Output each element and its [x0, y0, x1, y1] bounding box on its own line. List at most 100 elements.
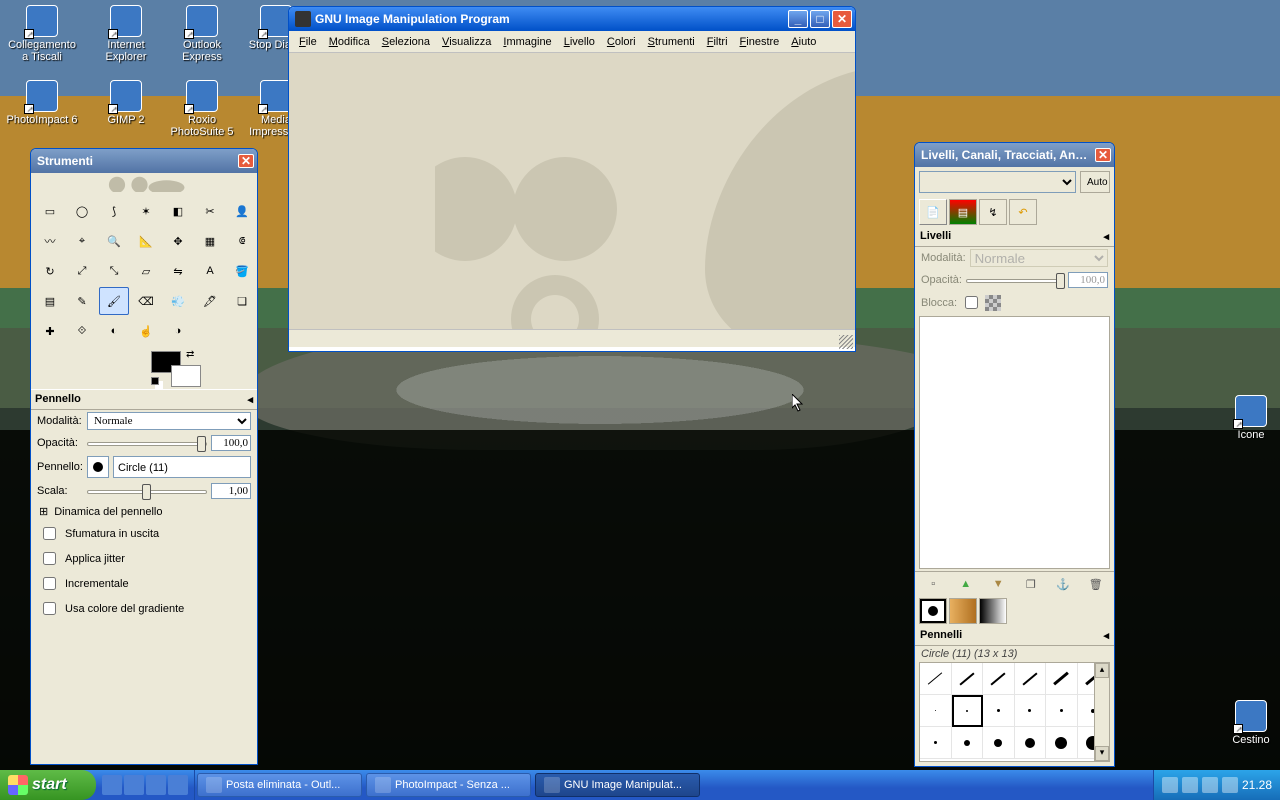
tool-ellipse-select[interactable]: ◯: [67, 197, 97, 225]
maximize-button[interactable]: □: [810, 10, 830, 28]
menu-file[interactable]: File: [293, 34, 323, 50]
tool-free-select[interactable]: ⟆: [99, 197, 129, 225]
option-check[interactable]: Applica jitter: [31, 546, 257, 571]
anchor-layer-button[interactable]: ⚓: [1053, 574, 1073, 594]
brush-cell[interactable]: [920, 727, 952, 759]
titlebar[interactable]: Livelli, Canali, Tracciati, Annulla... ✕: [915, 143, 1114, 167]
brush-dynamics-expander[interactable]: ⊞ Dinamica del pennello: [31, 502, 257, 521]
option-check[interactable]: Usa colore del gradiente: [31, 596, 257, 621]
tray-icon[interactable]: [1222, 777, 1238, 793]
brush-cell[interactable]: [920, 695, 952, 727]
tray-icon[interactable]: [1202, 777, 1218, 793]
tool-perspective[interactable]: ▱: [131, 257, 161, 285]
tool-move[interactable]: ✥: [163, 227, 193, 255]
new-layer-button[interactable]: ▫: [923, 574, 943, 594]
tool-by-color-select[interactable]: ◧: [163, 197, 193, 225]
layer-opacity-slider[interactable]: [966, 271, 1064, 289]
layer-mode-select[interactable]: Normale: [970, 249, 1108, 267]
duplicate-layer-button[interactable]: ❐: [1021, 574, 1041, 594]
tool-heal[interactable]: ✚: [35, 317, 65, 345]
tool-eraser[interactable]: ⌫: [131, 287, 161, 315]
tool-paths[interactable]: 〰: [35, 227, 65, 255]
lock-alpha-icon[interactable]: [985, 295, 1001, 311]
brush-cell[interactable]: [1046, 695, 1078, 727]
lower-layer-button[interactable]: ▼: [988, 574, 1008, 594]
opacity-input[interactable]: [211, 435, 251, 451]
desktop-icon[interactable]: ↗Internet Explorer: [90, 5, 162, 63]
tool-crop[interactable]: ⟃: [227, 227, 257, 255]
background-color[interactable]: [171, 365, 201, 387]
brush-cell[interactable]: [1015, 727, 1047, 759]
menu-visualizza[interactable]: Visualizza: [436, 34, 497, 50]
menu-strumenti[interactable]: Strumenti: [642, 34, 701, 50]
brush-name[interactable]: Circle (11): [113, 456, 251, 478]
desktop-icon[interactable]: ↗GIMP 2: [90, 80, 162, 126]
tool-clone[interactable]: ❏: [227, 287, 257, 315]
tool-smudge[interactable]: ☝: [131, 317, 161, 345]
tool-scale[interactable]: ⤢: [67, 257, 97, 285]
raise-layer-button[interactable]: ▲: [956, 574, 976, 594]
quick-launch-item[interactable]: [102, 775, 122, 795]
taskbar-button[interactable]: Posta eliminata - Outl...: [197, 773, 362, 797]
menu-finestre[interactable]: Finestre: [734, 34, 786, 50]
brush-cell[interactable]: [952, 663, 984, 695]
menu-colori[interactable]: Colori: [601, 34, 642, 50]
close-button[interactable]: ✕: [1095, 148, 1111, 162]
tool-shear[interactable]: ⤡: [99, 257, 129, 285]
canvas-area[interactable]: [289, 53, 855, 329]
quick-launch-item[interactable]: [146, 775, 166, 795]
tool-color-picker[interactable]: ⌖: [67, 227, 97, 255]
brush-preview[interactable]: [87, 456, 109, 478]
menu-filtri[interactable]: Filtri: [701, 34, 734, 50]
opacity-slider[interactable]: [87, 434, 207, 452]
auto-button[interactable]: Auto: [1080, 171, 1110, 193]
brush-grid[interactable]: ▴▾: [919, 662, 1110, 762]
desktop-icon[interactable]: ↗Cestino: [1215, 700, 1280, 746]
tool-zoom[interactable]: 🔍: [99, 227, 129, 255]
tool-align[interactable]: ▦: [195, 227, 225, 255]
titlebar[interactable]: GNU Image Manipulation Program _ □ ✕: [289, 7, 855, 31]
tray-icon[interactable]: [1182, 777, 1198, 793]
brush-cell[interactable]: [983, 727, 1015, 759]
tool-bucket-fill[interactable]: 🪣: [227, 257, 257, 285]
mode-select[interactable]: Normale: [87, 412, 251, 430]
tab-undo[interactable]: ↶: [1009, 199, 1037, 225]
desktop-icon[interactable]: ↗Collegamento a Tiscali: [6, 5, 78, 63]
tool-options-menu-icon[interactable]: ◂: [247, 393, 253, 406]
tool-fuzzy-select[interactable]: ✶: [131, 197, 161, 225]
tool-perspective-clone[interactable]: ⟐: [67, 317, 97, 345]
tool-blend[interactable]: ▤: [35, 287, 65, 315]
desktop[interactable]: ↗Collegamento a Tiscali↗Internet Explore…: [0, 0, 1280, 800]
option-check[interactable]: Incrementale: [31, 571, 257, 596]
tool-measure[interactable]: 📐: [131, 227, 161, 255]
tool-rotate[interactable]: ↻: [35, 257, 65, 285]
layer-opacity-input[interactable]: [1068, 272, 1108, 288]
clock[interactable]: 21.28: [1242, 778, 1272, 792]
close-button[interactable]: ✕: [832, 10, 852, 28]
tool-blur-sharpen[interactable]: ◐: [99, 317, 129, 345]
layer-list[interactable]: [919, 316, 1110, 569]
tab-channels[interactable]: ▤: [949, 199, 977, 225]
lock-pixels-checkbox[interactable]: [965, 296, 978, 309]
brush-cell[interactable]: [1046, 727, 1078, 759]
brush-cell[interactable]: [1015, 695, 1047, 727]
tool-pencil[interactable]: ✎: [67, 287, 97, 315]
tool-foreground-select[interactable]: 👤: [227, 197, 257, 225]
delete-layer-button[interactable]: 🗑: [1086, 574, 1106, 594]
tab-layers[interactable]: 📄: [919, 199, 947, 225]
tool-airbrush[interactable]: 💨: [163, 287, 193, 315]
dockable-menu-icon[interactable]: ◂: [1103, 230, 1109, 243]
tool-paintbrush[interactable]: 🖌: [99, 287, 129, 315]
menu-livello[interactable]: Livello: [558, 34, 601, 50]
titlebar[interactable]: Strumenti ✕: [31, 149, 257, 173]
image-selector[interactable]: [919, 171, 1076, 193]
close-button[interactable]: ✕: [238, 154, 254, 168]
start-button[interactable]: start: [0, 770, 96, 800]
tab-patterns[interactable]: [949, 598, 977, 624]
taskbar-button[interactable]: GNU Image Manipulat...: [535, 773, 700, 797]
desktop-icon[interactable]: ↗Roxio PhotoSuite 5: [166, 80, 238, 138]
brush-cell[interactable]: [1015, 663, 1047, 695]
dockable-menu-icon[interactable]: ◂: [1103, 629, 1109, 642]
tool-scissors[interactable]: ✂: [195, 197, 225, 225]
tool-rect-select[interactable]: ▭: [35, 197, 65, 225]
